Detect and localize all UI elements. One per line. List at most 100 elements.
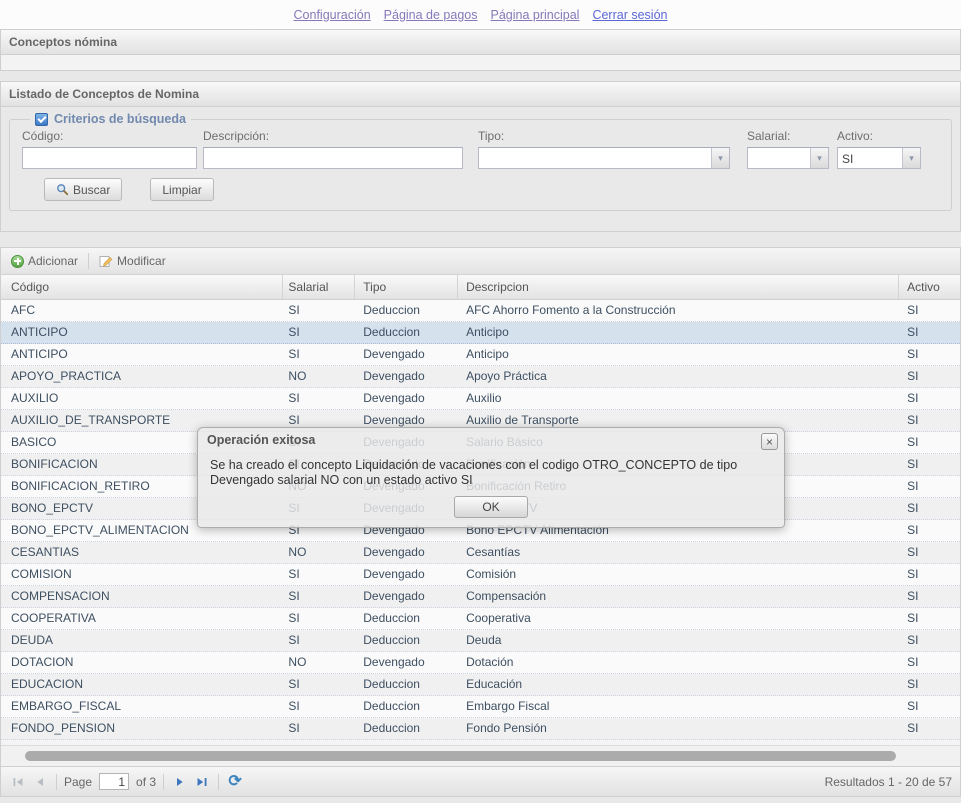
- salarial-combobox[interactable]: ▾: [747, 147, 829, 169]
- chevron-down-icon[interactable]: ▾: [711, 148, 729, 168]
- nav-link-cerrar-sesion[interactable]: Cerrar sesión: [592, 8, 667, 22]
- column-header-codigo[interactable]: Código: [1, 275, 283, 299]
- cell-codigo: AFC: [1, 300, 283, 321]
- cell-descripcion: Deuda: [458, 630, 899, 651]
- cell-activo: SI: [899, 344, 960, 365]
- cell-tipo: Devengado: [355, 344, 458, 365]
- tipo-combobox[interactable]: ▾: [478, 147, 730, 169]
- table-row[interactable]: DEUDA SI Deduccion Deuda SI: [1, 630, 960, 652]
- cell-activo: SI: [899, 630, 960, 651]
- descripcion-input[interactable]: [203, 147, 463, 169]
- buscar-button-label: Buscar: [73, 183, 110, 197]
- salarial-field-group: Salarial: ▾: [747, 126, 829, 169]
- buscar-button[interactable]: Buscar: [44, 178, 122, 201]
- criteria-toggle-checkbox[interactable]: [35, 113, 48, 126]
- cell-codigo: FONDO_PENSION: [1, 718, 283, 739]
- close-icon[interactable]: ×: [761, 433, 778, 450]
- salarial-label: Salarial:: [747, 129, 829, 143]
- cell-codigo: AUXILIO: [1, 388, 283, 409]
- cell-descripcion: Embargo Fiscal: [458, 696, 899, 717]
- cell-salarial: SI: [283, 564, 355, 585]
- tipo-combobox-value: [479, 148, 711, 168]
- table-row[interactable]: ANTICIPO SI Devengado Anticipo SI: [1, 344, 960, 366]
- cell-descripcion: Comisión: [458, 564, 899, 585]
- cell-codigo: COMPENSACION: [1, 586, 283, 607]
- cell-tipo: Deduccion: [355, 608, 458, 629]
- dialog-footer: OK: [198, 488, 784, 527]
- cell-codigo: COOPERATIVA: [1, 608, 283, 629]
- dialog-header[interactable]: Operación exitosa ×: [198, 428, 784, 452]
- cell-activo: SI: [899, 322, 960, 343]
- conceptos-panel-header: Conceptos nómina: [0, 29, 961, 55]
- column-header-tipo[interactable]: Tipo: [355, 275, 458, 299]
- cell-codigo: EDUCACION: [1, 674, 283, 695]
- paging-toolbar: Page of 3 ⟳ Resultados 1 - 20 de 57: [1, 766, 960, 796]
- table-row[interactable]: FONDO_PENSION SI Deduccion Fondo Pensión…: [1, 718, 960, 740]
- page-number-input[interactable]: [99, 773, 129, 790]
- adicionar-button[interactable]: Adicionar: [7, 252, 82, 270]
- modificar-button-label: Modificar: [117, 254, 166, 268]
- table-row[interactable]: COOPERATIVA SI Deduccion Cooperativa SI: [1, 608, 960, 630]
- table-row[interactable]: EDUCACION SI Deduccion Educación SI: [1, 674, 960, 696]
- nav-link-pagina-de-pagos[interactable]: Página de pagos: [384, 8, 478, 22]
- nav-link-configuracion[interactable]: Configuración: [294, 8, 371, 22]
- horizontal-scrollbar-thumb[interactable]: [25, 751, 896, 761]
- next-page-button[interactable]: [171, 773, 189, 791]
- cell-activo: SI: [899, 564, 960, 585]
- page-label: Page: [64, 775, 92, 789]
- cell-descripcion: Anticipo: [458, 344, 899, 365]
- spacer: [0, 232, 961, 247]
- cell-tipo: Devengado: [355, 564, 458, 585]
- prev-page-button[interactable]: [31, 773, 49, 791]
- ok-button[interactable]: OK: [454, 496, 528, 518]
- cell-activo: SI: [899, 718, 960, 739]
- cell-codigo: ANTICIPO: [1, 322, 283, 343]
- cell-tipo: Deduccion: [355, 718, 458, 739]
- activo-field-group: Activo: SI ▾: [837, 126, 921, 169]
- cell-codigo: COMISION: [1, 564, 283, 585]
- table-row[interactable]: AUXILIO SI Devengado Auxilio SI: [1, 388, 960, 410]
- table-row[interactable]: DOTACION NO Devengado Dotación SI: [1, 652, 960, 674]
- search-fields-row: Código: Descripción: Tipo: ▾ Salarial: ▾: [20, 126, 941, 169]
- magnifier-icon: [56, 183, 69, 196]
- table-row[interactable]: ANTICIPO SI Deduccion Anticipo SI: [1, 322, 960, 344]
- dialog-title: Operación exitosa: [207, 433, 315, 447]
- cell-salarial: SI: [283, 344, 355, 365]
- cell-activo: SI: [899, 520, 960, 541]
- cell-activo: SI: [899, 476, 960, 497]
- column-header-salarial[interactable]: Salarial: [283, 275, 355, 299]
- first-page-button[interactable]: [9, 773, 27, 791]
- pencil-icon: [99, 254, 113, 268]
- limpiar-button[interactable]: Limpiar: [150, 178, 213, 201]
- table-row[interactable]: EMBARGO_FISCAL SI Deduccion Embargo Fisc…: [1, 696, 960, 718]
- table-row[interactable]: COMISION SI Devengado Comisión SI: [1, 564, 960, 586]
- table-row[interactable]: CESANTIAS NO Devengado Cesantías SI: [1, 542, 960, 564]
- cell-tipo: Deduccion: [355, 674, 458, 695]
- activo-combobox-value: SI: [838, 148, 902, 168]
- cell-codigo: ANTICIPO: [1, 344, 283, 365]
- descripcion-label: Descripción:: [203, 129, 463, 143]
- spacer: [0, 797, 961, 803]
- results-count-label: Resultados 1 - 20 de 57: [825, 775, 952, 789]
- activo-label: Activo:: [837, 129, 921, 143]
- last-page-button[interactable]: [193, 773, 211, 791]
- cell-activo: SI: [899, 300, 960, 321]
- column-header-descripcion[interactable]: Descripcion: [458, 275, 899, 299]
- chevron-down-icon[interactable]: ▾: [902, 148, 920, 168]
- conceptos-panel-body: [0, 55, 961, 71]
- refresh-button[interactable]: ⟳: [226, 773, 244, 791]
- column-header-activo[interactable]: Activo: [899, 275, 960, 299]
- descripcion-field-group: Descripción:: [203, 126, 463, 169]
- table-row[interactable]: AFC SI Deduccion AFC Ahorro Fomento a la…: [1, 300, 960, 322]
- next-page-icon: [173, 775, 187, 789]
- table-row[interactable]: COMPENSACION SI Devengado Compensación S…: [1, 586, 960, 608]
- grid-toolbar: Adicionar Modificar: [1, 248, 960, 275]
- activo-combobox[interactable]: SI ▾: [837, 147, 921, 169]
- last-page-icon: [195, 775, 209, 789]
- chevron-down-icon[interactable]: ▾: [810, 148, 828, 168]
- modificar-button[interactable]: Modificar: [95, 252, 170, 270]
- nav-link-pagina-principal[interactable]: Página principal: [491, 8, 580, 22]
- paging-separator: [56, 774, 57, 790]
- table-row[interactable]: APOYO_PRACTICA NO Devengado Apoyo Prácti…: [1, 366, 960, 388]
- codigo-input[interactable]: [22, 147, 197, 169]
